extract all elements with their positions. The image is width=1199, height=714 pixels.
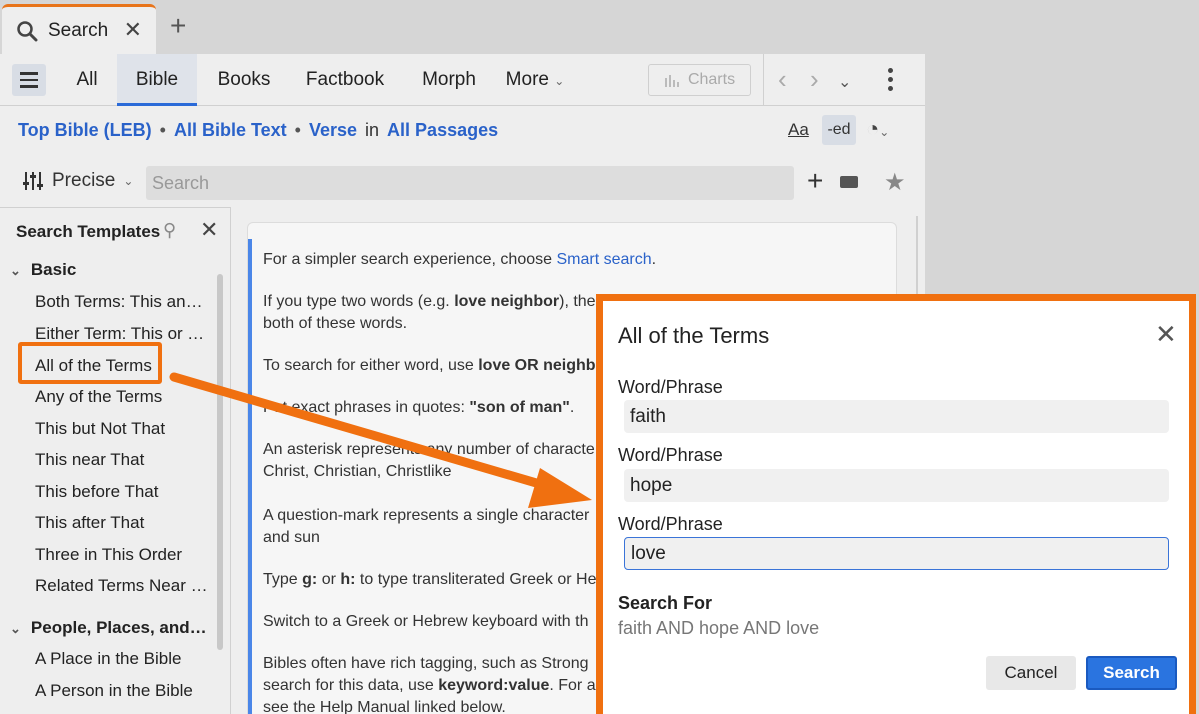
bar-chart-icon: [664, 75, 679, 87]
template-item[interactable]: A Person in the Bible: [35, 681, 211, 701]
tab-more[interactable]: More ⌄: [500, 54, 570, 106]
tab-strip: Search ✕ +: [0, 0, 1199, 54]
search-row: Precise ⌄ + ★: [0, 162, 925, 204]
charts-button[interactable]: Charts: [648, 64, 751, 96]
search-scope: Top Bible (LEB) • All Bible Text • Verse…: [18, 120, 498, 141]
search-input[interactable]: [146, 166, 794, 200]
scope-unit-link[interactable]: Verse: [309, 120, 357, 141]
tab-morph[interactable]: Morph: [413, 54, 485, 106]
add-icon[interactable]: +: [807, 166, 823, 196]
group-label: People, Places, and Things: [30, 618, 210, 637]
field-label: Word/Phrase: [618, 514, 723, 534]
template-item[interactable]: Related Terms Near Each Other: [35, 576, 211, 596]
group-people-places[interactable]: ⌄ People, Places, and Things: [10, 618, 210, 638]
sidebar-scrollbar[interactable]: [217, 274, 223, 650]
template-item[interactable]: Both Terms: This and That: [35, 292, 211, 312]
history-chevron-icon[interactable]: ⌄: [838, 70, 851, 96]
chevron-down-icon: ⌄: [10, 621, 21, 636]
inflections-button[interactable]: -ed: [822, 115, 856, 145]
highlight-box: [18, 342, 162, 384]
tab-books[interactable]: Books: [210, 54, 278, 106]
charts-label: Charts: [687, 71, 736, 88]
template-item[interactable]: This but Not That: [35, 419, 211, 439]
chevron-down-icon: ⌄: [10, 263, 21, 278]
template-item[interactable]: Any of the Terms: [35, 387, 211, 407]
divider: [763, 54, 764, 106]
new-tab-button[interactable]: +: [170, 12, 186, 40]
accent-bar: [248, 239, 252, 714]
search-for-preview: faith AND hope AND love: [618, 618, 820, 638]
tab-factbook[interactable]: Factbook: [297, 54, 393, 106]
search-mode-label: Precise: [52, 170, 116, 191]
scope-in-label: in: [365, 120, 380, 140]
template-item[interactable]: Either Term: This or That: [35, 324, 211, 344]
more-options-icon[interactable]: [888, 68, 893, 91]
more-label: More: [505, 69, 549, 90]
separator-dot: •: [294, 120, 301, 140]
search-templates-sidebar: Search Templates ⚲ ✕ ⌄ Basic Both Terms: …: [0, 207, 231, 714]
word-phrase-input-2[interactable]: [624, 469, 1169, 502]
field-label: Word/Phrase: [618, 377, 723, 397]
field-label: Word/Phrase: [618, 445, 723, 465]
search-mode-dropdown[interactable]: Precise ⌄: [22, 170, 133, 192]
template-item[interactable]: This before That: [35, 482, 211, 502]
template-item[interactable]: A Place in the Bible: [35, 649, 211, 669]
help-paragraph: For a simpler search experience, choose …: [263, 251, 657, 268]
all-of-the-terms-dialog: All of the Terms ✕ Word/Phrase Word/Phra…: [596, 294, 1196, 714]
text-options-button[interactable]: Aa: [788, 120, 809, 140]
group-label: Basic: [30, 260, 77, 279]
template-item[interactable]: This near That: [35, 450, 211, 470]
sidebar-title: Search Templates: [16, 222, 161, 241]
search-button[interactable]: Search: [1086, 656, 1177, 690]
back-icon[interactable]: ‹: [778, 66, 787, 92]
search-icon[interactable]: ⚲: [163, 220, 176, 241]
tab-label: Search: [48, 19, 109, 41]
group-basic[interactable]: ⌄ Basic: [10, 260, 76, 280]
toolbar: All Bible Books Factbook Morph More ⌄ Ch…: [0, 54, 925, 106]
tab-search[interactable]: Search ✕: [2, 4, 156, 54]
timer-icon[interactable]: ◔⌄: [866, 116, 889, 142]
word-phrase-input-3[interactable]: [624, 537, 1169, 570]
search-for-label: Search For: [618, 593, 713, 613]
template-item[interactable]: Three in This Order: [35, 545, 211, 565]
close-tab-icon[interactable]: ✕: [124, 19, 142, 41]
sliders-icon: [23, 172, 43, 190]
close-icon[interactable]: ✕: [1155, 319, 1177, 350]
cancel-button[interactable]: Cancel: [986, 656, 1076, 690]
dialog-title: All of the Terms: [618, 323, 770, 348]
word-phrase-input-1[interactable]: [624, 400, 1169, 433]
close-icon[interactable]: ✕: [200, 217, 218, 243]
scope-passages-link[interactable]: All Passages: [387, 120, 498, 141]
forward-icon[interactable]: ›: [810, 66, 819, 92]
search-icon: [17, 20, 38, 41]
star-icon[interactable]: ★: [884, 168, 906, 197]
scope-text-link[interactable]: All Bible Text: [174, 120, 287, 141]
tab-bible[interactable]: Bible: [117, 54, 197, 106]
scope-bible-link[interactable]: Top Bible (LEB): [18, 120, 152, 141]
chevron-down-icon: ⌄: [554, 74, 565, 88]
chevron-down-icon: ⌄: [123, 174, 134, 188]
smart-search-link[interactable]: Smart search: [556, 251, 651, 268]
menu-icon[interactable]: [12, 64, 46, 96]
separator-dot: •: [159, 120, 166, 140]
template-item[interactable]: This after That: [35, 513, 211, 533]
keyboard-icon[interactable]: [840, 176, 858, 188]
tab-all[interactable]: All: [62, 54, 112, 106]
